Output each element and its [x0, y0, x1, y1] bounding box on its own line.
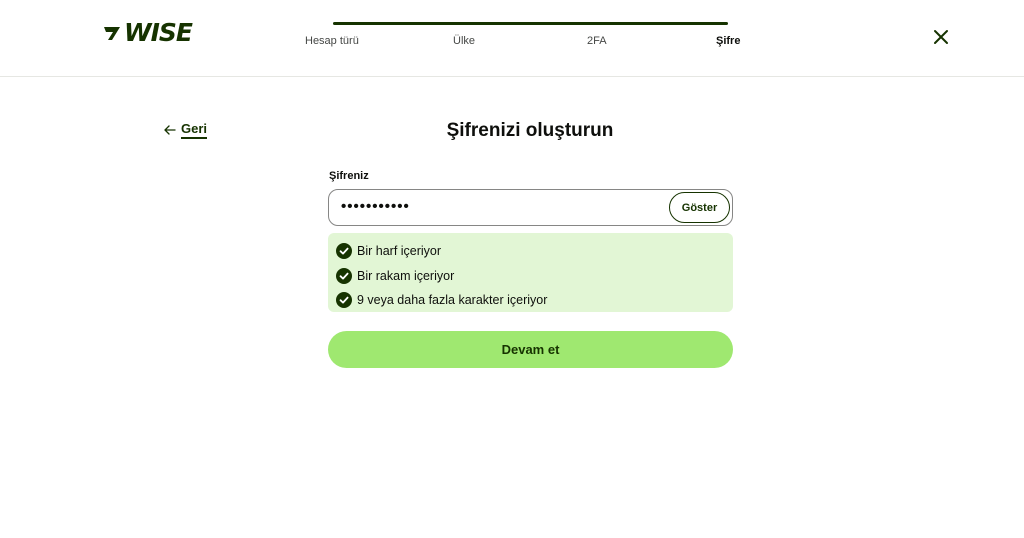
close-icon [934, 30, 948, 44]
show-password-button[interactable]: Göster [669, 192, 730, 223]
check-circle-icon [336, 267, 352, 284]
check-circle-icon [336, 292, 352, 309]
wise-flag-icon [104, 27, 120, 40]
progress-bar [333, 22, 728, 25]
requirement-text: Bir harf içeriyor [357, 244, 442, 259]
close-button[interactable] [928, 24, 954, 50]
password-value[interactable]: ••••••••••• [341, 199, 410, 215]
step-password: Şifre [716, 35, 741, 47]
page-title: Şifrenizi oluşturun [446, 120, 614, 141]
continue-button[interactable]: Devam et [328, 331, 733, 368]
wise-wordmark: WISE [124, 18, 193, 47]
password-requirements: Bir harf içeriyor Bir rakam içeriyor 9 v… [328, 233, 733, 312]
top-bar: WISE Hesap türü Ülke 2FA Şifre [0, 0, 1024, 77]
step-account-type: Hesap türü [305, 35, 359, 47]
requirement-text: Bir rakam içeriyor [357, 268, 455, 283]
requirement-number: Bir rakam içeriyor [328, 264, 733, 289]
step-2fa: 2FA [587, 35, 607, 47]
requirement-text: 9 veya daha fazla karakter içeriyor [357, 293, 548, 308]
requirement-length: 9 veya daha fazla karakter içeriyor [328, 288, 733, 313]
password-input[interactable]: ••••••••••• Göster [328, 189, 733, 226]
requirement-letter: Bir harf içeriyor [328, 239, 733, 264]
password-label: Şifreniz [329, 170, 369, 182]
check-circle-icon [336, 243, 352, 260]
wise-logo[interactable]: WISE [102, 18, 193, 47]
step-country: Ülke [453, 35, 476, 47]
